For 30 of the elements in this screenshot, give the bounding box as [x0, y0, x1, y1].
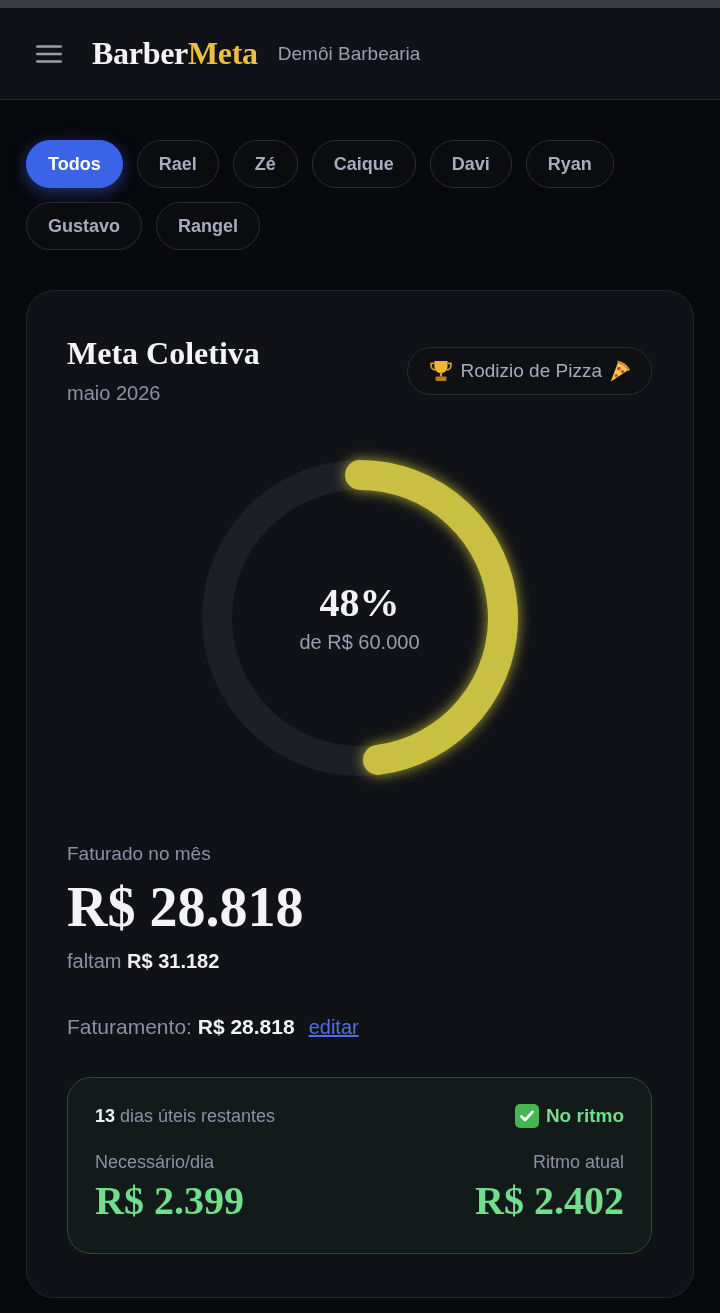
- current-pace-label: Ritmo atual: [531, 1151, 624, 1175]
- billed-label: Faturado no mês: [67, 841, 212, 866]
- check-icon: [514, 1104, 539, 1129]
- app-logo: BarberMeta: [92, 35, 258, 72]
- barber-filter-chip[interactable]: Gustavo: [26, 202, 143, 250]
- pace-status: No ritmo: [545, 1104, 624, 1129]
- barber-filter-chip[interactable]: Davi: [429, 140, 512, 188]
- prize-label: Rodizio de Pizza: [460, 360, 602, 382]
- remaining-amount: faltam R$ 31.182: [67, 949, 221, 975]
- barber-filter-chip[interactable]: Todos: [26, 140, 123, 188]
- goal-target: de R$ 60.000: [299, 629, 420, 655]
- shop-name: Demôi Barbearia: [277, 42, 421, 65]
- barber-filter-chip[interactable]: Ryan: [525, 140, 614, 188]
- barber-filter-chip[interactable]: Rangel: [156, 202, 261, 250]
- barber-filter-chip[interactable]: Caique: [311, 140, 416, 188]
- percent-value: 48%: [318, 580, 401, 625]
- barber-filter-chip[interactable]: Zé: [232, 140, 298, 188]
- trophy-icon: [430, 360, 453, 382]
- pizza-slice-icon: [610, 360, 631, 382]
- card-title: Meta Coletiva: [67, 335, 260, 372]
- edit-link[interactable]: editar: [308, 1016, 359, 1039]
- period-label: maio 2026: [67, 380, 162, 406]
- barber-filter-chip[interactable]: Rael: [136, 140, 219, 188]
- needed-per-day-label: Necessário/dia: [95, 1151, 216, 1175]
- current-pace-value: R$ 2.402: [475, 1179, 624, 1224]
- days-remaining: 13 dias úteis restantes: [95, 1105, 276, 1129]
- menu-icon[interactable]: [36, 44, 62, 63]
- billed-value: R$ 28.818: [67, 877, 305, 940]
- needed-per-day-value: R$ 2.399: [95, 1179, 244, 1224]
- revenue-line: Faturamento: R$ 28.818 editar: [67, 1014, 360, 1041]
